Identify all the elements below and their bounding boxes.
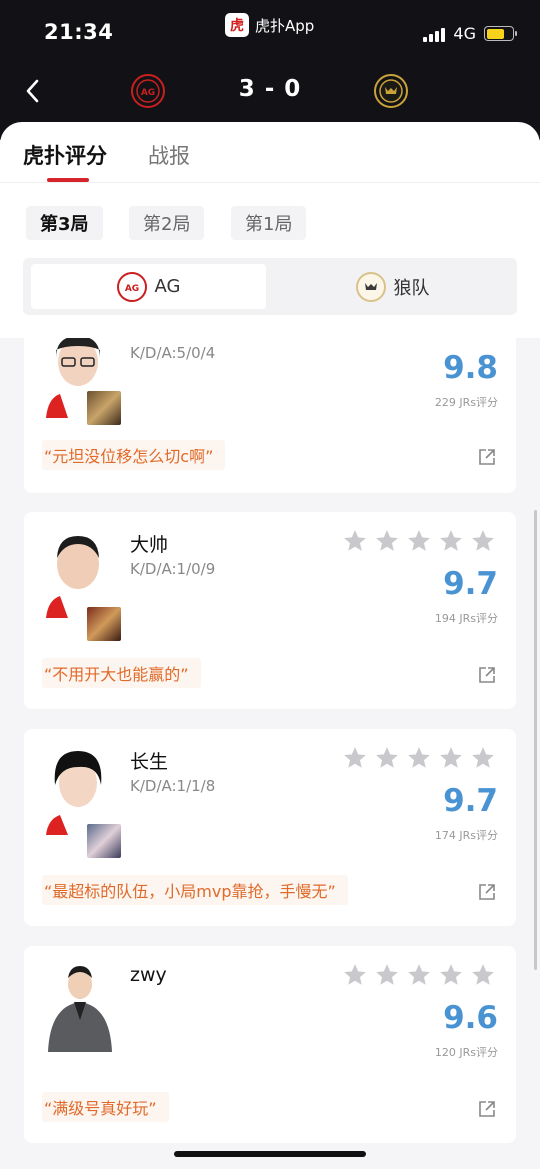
star-icon[interactable] — [438, 962, 464, 988]
battery-icon — [484, 26, 517, 41]
hero-portrait — [86, 606, 122, 642]
status-time: 21:34 — [44, 20, 114, 44]
team-name: 狼队 — [393, 277, 430, 299]
share-icon[interactable] — [478, 448, 496, 466]
tab-report[interactable]: 战报 — [148, 140, 190, 170]
player-avatar — [42, 962, 114, 1052]
hero-portrait — [86, 823, 122, 859]
scrollbar[interactable] — [534, 510, 537, 970]
top-comment[interactable]: “不用开大也能赢的” — [42, 658, 201, 688]
star-icon[interactable] — [374, 528, 400, 554]
player-avatar — [42, 528, 114, 618]
player-rating: 9.8 — [443, 350, 498, 386]
star-icon[interactable] — [438, 528, 464, 554]
star-icon[interactable] — [406, 528, 432, 554]
hupu-app-icon: 虎 — [225, 13, 249, 37]
game-chip-2[interactable]: 第2局 — [129, 206, 205, 240]
status-indicators: 4G — [423, 24, 517, 43]
star-icon[interactable] — [342, 962, 368, 988]
vote-count: 229 JRs评分 — [434, 396, 498, 409]
star-icon[interactable] — [374, 745, 400, 771]
tab-bar: 虎扑评分 战报 — [0, 122, 540, 183]
top-comment[interactable]: “满级号真好玩” — [42, 1092, 169, 1122]
star-icon[interactable] — [470, 528, 496, 554]
ag-team-logo[interactable]: AG — [131, 74, 165, 108]
team-button-wolves[interactable]: 狼队 — [275, 264, 510, 309]
player-card[interactable]: 长生 K/D/A:1/1/8 9.7 174 JRs评分 “最超标的队伍，小局m… — [24, 729, 516, 926]
vote-count: 174 JRs评分 — [434, 829, 498, 842]
match-header: 21:34 虎 虎扑App 4G AG 3 - 0 — [0, 0, 540, 140]
match-score: 3 - 0 — [238, 76, 302, 102]
team-button-ag[interactable]: AG AG — [31, 264, 266, 309]
player-list[interactable]: K/D/A:5/0/4 9.8 229 JRs评分 “元坦没位移怎么切c啊” 大… — [0, 338, 540, 1169]
wolves-logo-icon — [355, 271, 386, 302]
tab-ratings[interactable]: 虎扑评分 — [23, 140, 107, 170]
player-name: 长生 — [130, 751, 169, 773]
player-rating: 9.7 — [443, 566, 498, 602]
player-card[interactable]: K/D/A:5/0/4 9.8 229 JRs评分 “元坦没位移怎么切c啊” — [24, 338, 516, 493]
ag-logo-icon: AG — [136, 79, 160, 103]
game-chip-3[interactable]: 第3局 — [26, 206, 103, 240]
ag-logo-icon: AG — [116, 271, 147, 302]
player-kda: K/D/A:5/0/4 — [130, 344, 216, 362]
vote-count: 120 JRs评分 — [434, 1046, 498, 1059]
svg-text:AG: AG — [124, 284, 138, 294]
team-name: AG — [154, 276, 181, 297]
player-card[interactable]: zwy 9.6 120 JRs评分 “满级号真好玩” — [24, 946, 516, 1143]
share-icon[interactable] — [478, 666, 496, 684]
home-indicator[interactable] — [174, 1151, 366, 1157]
star-icon[interactable] — [470, 745, 496, 771]
player-kda: K/D/A:1/1/8 — [130, 777, 216, 795]
rating-stars[interactable] — [342, 528, 496, 554]
star-icon[interactable] — [406, 745, 432, 771]
star-icon[interactable] — [342, 528, 368, 554]
star-icon[interactable] — [374, 962, 400, 988]
network-type: 4G — [453, 24, 476, 43]
star-icon[interactable] — [342, 745, 368, 771]
wolves-team-logo[interactable] — [374, 74, 408, 108]
top-comment[interactable]: “元坦没位移怎么切c啊” — [42, 440, 226, 470]
star-icon[interactable] — [438, 745, 464, 771]
star-icon[interactable] — [406, 962, 432, 988]
player-name: 大帅 — [130, 534, 169, 556]
signal-icon — [423, 26, 446, 42]
player-card[interactable]: 大帅 K/D/A:1/0/9 9.7 194 JRs评分 “不用开大也能赢的” — [24, 512, 516, 709]
team-toggle: AG AG 狼队 — [23, 258, 517, 315]
rating-stars[interactable] — [342, 745, 496, 771]
player-rating: 9.7 — [443, 783, 498, 819]
player-name: zwy — [130, 964, 167, 986]
top-comment[interactable]: “最超标的队伍，小局mvp靠抢，手慢无” — [42, 875, 348, 905]
rating-stars[interactable] — [342, 962, 496, 988]
tab-underline — [47, 178, 89, 182]
star-icon[interactable] — [470, 962, 496, 988]
player-avatar — [42, 745, 114, 835]
player-kda: K/D/A:1/0/9 — [130, 560, 216, 578]
hero-portrait — [86, 390, 122, 426]
share-icon[interactable] — [478, 883, 496, 901]
game-chip-1[interactable]: 第1局 — [231, 206, 307, 240]
wolves-logo-icon — [379, 79, 403, 103]
app-badge[interactable]: 虎 虎扑App — [225, 13, 314, 37]
svg-text:AG: AG — [141, 88, 155, 98]
back-arrow-icon[interactable] — [22, 76, 44, 106]
vote-count: 194 JRs评分 — [434, 612, 498, 625]
player-rating: 9.6 — [443, 1000, 498, 1036]
app-name: 虎扑App — [255, 16, 315, 35]
share-icon[interactable] — [478, 1100, 496, 1118]
